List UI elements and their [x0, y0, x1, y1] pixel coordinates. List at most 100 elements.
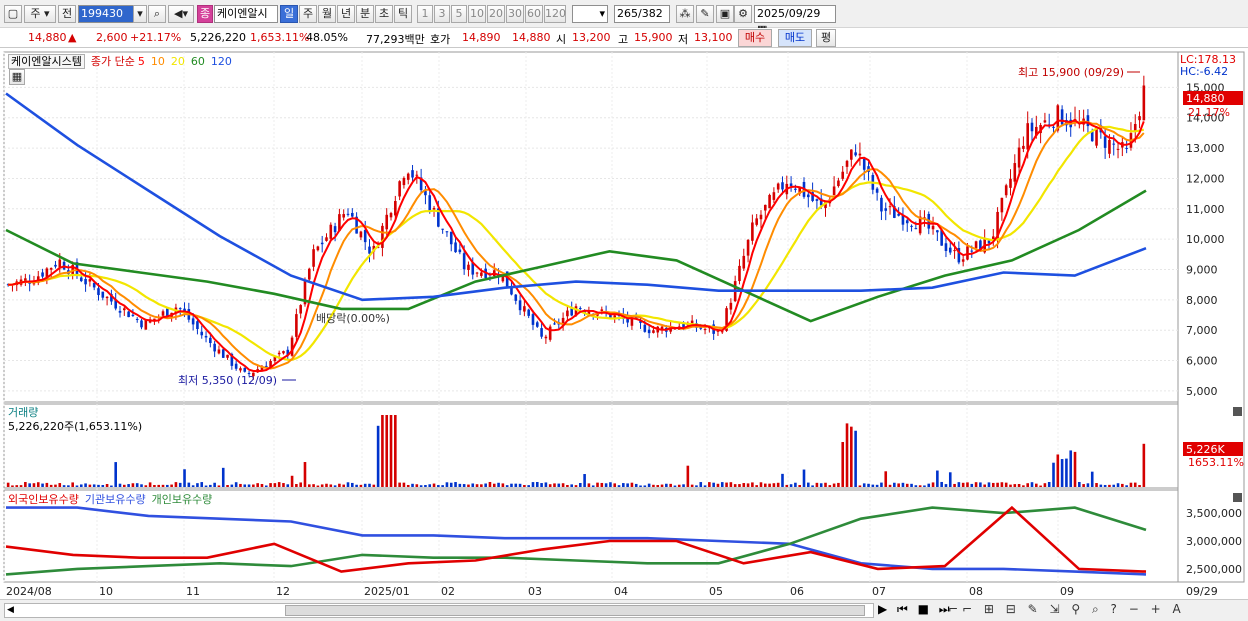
- low-annotation: 최저 5,350 (12/09): [178, 374, 277, 387]
- volume-bar: [1022, 485, 1025, 487]
- volume-bar: [1129, 482, 1133, 487]
- volume-bar: [458, 483, 462, 487]
- period-button-1[interactable]: 주: [299, 5, 317, 23]
- volume-bar: [320, 484, 324, 487]
- playback-controls[interactable]: ▶ ⏮ ■ ⏭: [878, 602, 953, 617]
- volume-bar: [914, 485, 918, 487]
- volume-bar: [794, 482, 797, 487]
- candle-body: [755, 218, 758, 225]
- candle-body: [1000, 197, 1004, 213]
- volume-bar: [467, 484, 470, 487]
- volume-bar: [862, 483, 866, 487]
- eval-button[interactable]: 평: [816, 29, 836, 47]
- volume-bar: [716, 483, 720, 487]
- minute-button-6[interactable]: 60: [525, 5, 543, 23]
- volume-bar: [677, 484, 681, 487]
- date-input[interactable]: 2025/09/29 ▦: [754, 5, 836, 36]
- volume-bar: [776, 482, 780, 487]
- price-tick-2: 13,000: [1186, 142, 1225, 155]
- candle-body: [862, 158, 866, 170]
- volume-bar: [746, 483, 750, 487]
- period-button-4[interactable]: 분: [356, 5, 374, 23]
- volume-bar: [609, 482, 612, 487]
- volume-bar: [441, 485, 444, 487]
- minute-button-1[interactable]: 3: [434, 5, 450, 23]
- sell-button[interactable]: 매도: [778, 29, 812, 47]
- candle-body: [1060, 109, 1064, 125]
- drawing-tools[interactable]: ⌐⌐ ⊞ ⊟ ✎ ⇲ ⚲ ⌕ ? − + A: [948, 602, 1185, 617]
- volume-bar: [41, 483, 44, 487]
- candle-body: [282, 351, 285, 354]
- period-button-2[interactable]: 월: [318, 5, 336, 23]
- search-icon[interactable]: ⌕: [148, 5, 166, 23]
- volume-bar: [712, 482, 715, 487]
- volume-bar: [544, 482, 548, 487]
- window-icon[interactable]: ▢: [4, 5, 22, 23]
- volume-bar: [669, 483, 672, 487]
- period-button-5[interactable]: 초: [375, 5, 393, 23]
- type-select-label: 주: [30, 7, 41, 20]
- holding-legend-2: 개인보유수량: [151, 493, 213, 506]
- volume-bar: [144, 485, 148, 487]
- volume-bar: [230, 484, 234, 487]
- scroll-left-icon[interactable]: ◀: [7, 605, 14, 615]
- volume-bar: [699, 482, 703, 487]
- minute-button-0[interactable]: 1: [417, 5, 433, 23]
- stock-chart[interactable]: 15,00014,00013,00012,00011,00010,0009,00…: [0, 50, 1248, 621]
- volume-pane-close-icon[interactable]: [1233, 407, 1242, 416]
- volume-bar: [587, 483, 591, 487]
- minute-button-3[interactable]: 10: [468, 5, 486, 23]
- interval-dropdown[interactable]: ▾: [572, 5, 608, 23]
- period-button-6[interactable]: 틱: [394, 5, 412, 23]
- candle-body: [540, 328, 543, 337]
- minute-button-4[interactable]: 20: [487, 5, 505, 23]
- volume-bar: [918, 485, 922, 487]
- volume-bar: [424, 485, 427, 487]
- volume-bar: [497, 482, 500, 487]
- volume-bar: [191, 485, 195, 487]
- edit-icon[interactable]: ✎: [696, 5, 714, 23]
- volume-bar: [991, 482, 995, 487]
- minute-button-5[interactable]: 30: [506, 5, 524, 23]
- table-icon[interactable]: ▦: [9, 69, 25, 85]
- volume-bar: [579, 483, 582, 487]
- period-button-0[interactable]: 일: [280, 5, 298, 23]
- candle-body: [936, 230, 939, 233]
- volume-bar: [282, 483, 285, 487]
- candle-body: [351, 212, 354, 217]
- minute-button-2[interactable]: 5: [451, 5, 467, 23]
- volume-bar: [359, 484, 363, 487]
- horizontal-scrollbar[interactable]: ◀: [4, 603, 874, 618]
- buy-button[interactable]: 매수: [738, 29, 772, 47]
- volume-bar: [295, 484, 298, 487]
- minute-button-7[interactable]: 120: [544, 5, 566, 23]
- count-field[interactable]: 265/382: [614, 5, 670, 23]
- candle-body: [299, 305, 302, 314]
- holding-pane-close-icon[interactable]: [1233, 493, 1242, 502]
- volume-bar: [604, 483, 608, 487]
- scroll-thumb[interactable]: [285, 605, 865, 616]
- x-tick-10: 07: [872, 585, 886, 598]
- stock-name-field: 케이엔알시: [214, 5, 278, 23]
- candle-body: [32, 283, 36, 285]
- candle-body: [789, 183, 793, 186]
- speaker-icon[interactable]: ◀▾: [168, 5, 194, 23]
- candle-body: [807, 194, 810, 198]
- candle-body: [738, 265, 741, 282]
- chart-area[interactable]: 15,000 14,000 13,000 12,000 11,000 10,000 9,00…: [0, 50, 1248, 621]
- code-dropdown-button[interactable]: ▾: [133, 5, 147, 23]
- period-button-3[interactable]: 년: [337, 5, 355, 23]
- zoom-icon[interactable]: ⁂: [676, 5, 694, 23]
- gear-icon[interactable]: ⚙: [734, 5, 752, 23]
- volume-bar: [815, 482, 819, 487]
- candle-body: [566, 310, 569, 317]
- candle-body: [200, 331, 204, 336]
- candle-body: [88, 279, 92, 282]
- volume-bar: [1138, 485, 1141, 487]
- type-select[interactable]: 주 ▾: [24, 5, 56, 23]
- ma-legend-title: 종가 단순: [90, 55, 135, 68]
- volume-bar: [931, 482, 935, 487]
- prev-button[interactable]: 전: [58, 5, 76, 23]
- x-tick-6: 03: [528, 585, 542, 598]
- save-icon[interactable]: ▣: [716, 5, 734, 23]
